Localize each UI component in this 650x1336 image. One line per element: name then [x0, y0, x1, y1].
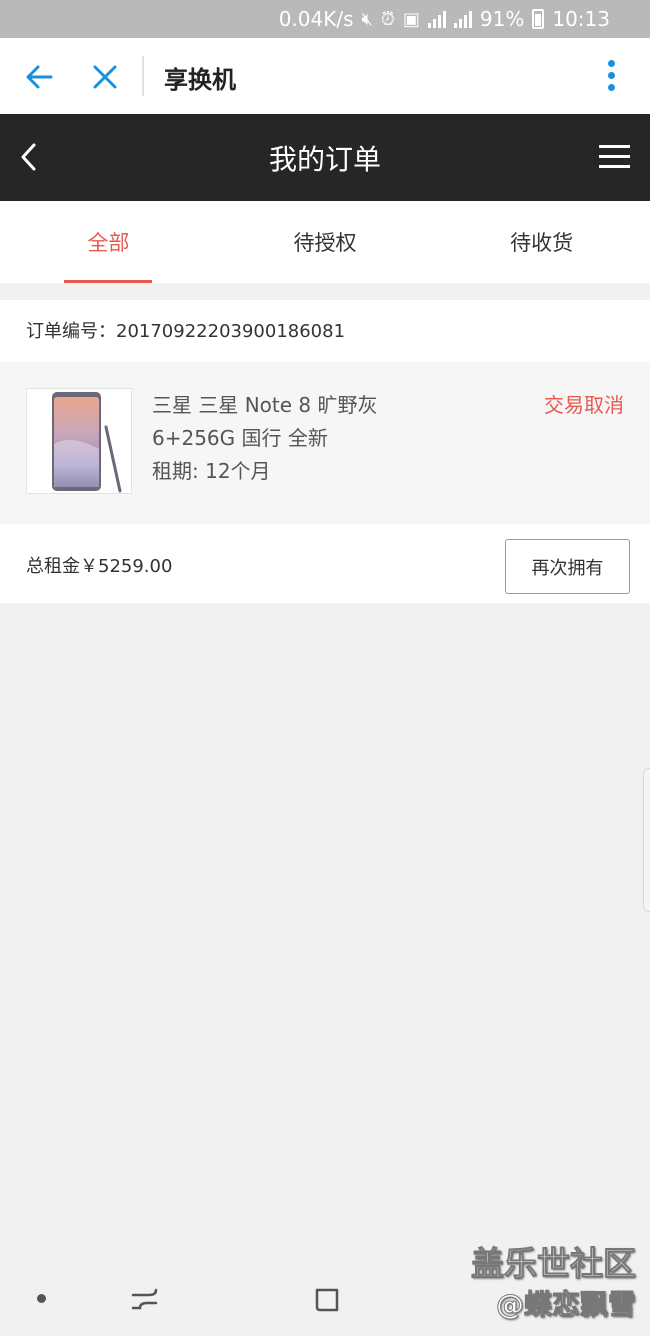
status-bar: 0.04K/s 🔇︎ ⏰︎ ▣ 91% 10:13	[0, 0, 650, 38]
browser-title: 享换机	[164, 66, 236, 94]
net-speed: 0.04K/s	[278, 7, 354, 31]
recent-apps-icon[interactable]	[130, 1286, 160, 1312]
alarm-icon: ⏰︎	[380, 8, 395, 30]
signal-2g-icon	[427, 10, 446, 28]
tab-all[interactable]: 全部	[0, 201, 217, 283]
edge-panel-handle[interactable]	[643, 768, 650, 912]
sim-icon: ▣	[402, 8, 420, 30]
total-value: ￥5259.00	[80, 556, 173, 577]
order-number: 订单编号：20170922203900186081	[26, 317, 345, 343]
close-icon[interactable]	[92, 64, 118, 90]
page-title: 我的订单	[268, 143, 381, 176]
browser-toolbar: 享换机	[0, 38, 650, 114]
battery-percent: 91%	[479, 7, 525, 31]
watermark-community: 盖乐世社区	[471, 1244, 637, 1284]
product-name: 三星 三星 Note 8 旷野灰	[152, 393, 378, 417]
toolbar-divider	[142, 56, 144, 96]
lease-label: 租期:	[152, 459, 199, 483]
product-image	[26, 388, 132, 494]
order-card[interactable]: 订单编号：20170922203900186081 三星 三星 Note 8 旷…	[0, 300, 650, 603]
order-number-value: 20170922203900186081	[116, 321, 346, 342]
clock: 10:13	[552, 7, 610, 31]
order-item[interactable]: 三星 三星 Note 8 旷野灰 6+256G 国行 全新 租期: 12个月 交…	[0, 362, 650, 524]
buy-again-button[interactable]: 再次拥有	[505, 539, 630, 594]
order-status: 交易取消	[544, 393, 624, 417]
total-rent: 总租金￥5259.00	[26, 552, 172, 578]
home-icon[interactable]	[313, 1286, 341, 1314]
order-tabs: 全部 待授权 待收货	[0, 201, 650, 283]
menu-icon[interactable]	[599, 145, 630, 169]
phone-image	[52, 392, 122, 493]
lease-term: 租期: 12个月	[152, 455, 378, 488]
product-spec: 6+256G 国行 全新	[152, 426, 328, 450]
page-header: 我的订单	[0, 114, 650, 201]
tab-pending-receipt[interactable]: 待收货	[433, 201, 650, 283]
battery-icon	[532, 9, 545, 29]
back-arrow-icon[interactable]	[24, 62, 54, 92]
tab-pending-authorization[interactable]: 待授权	[217, 201, 434, 283]
watermark-author: @蝶恋飘雪	[495, 1288, 636, 1322]
order-number-label: 订单编号：	[26, 321, 116, 342]
mute-icon: 🔇︎	[361, 8, 373, 30]
lease-value: 12个月	[205, 459, 271, 483]
product-details: 三星 三星 Note 8 旷野灰 6+256G 国行 全新 租期: 12个月	[152, 389, 378, 488]
signal-4g-icon	[453, 10, 472, 28]
more-vert-icon[interactable]	[606, 60, 616, 94]
nav-dot-icon[interactable]	[37, 1294, 46, 1303]
total-label: 总租金	[26, 556, 80, 577]
